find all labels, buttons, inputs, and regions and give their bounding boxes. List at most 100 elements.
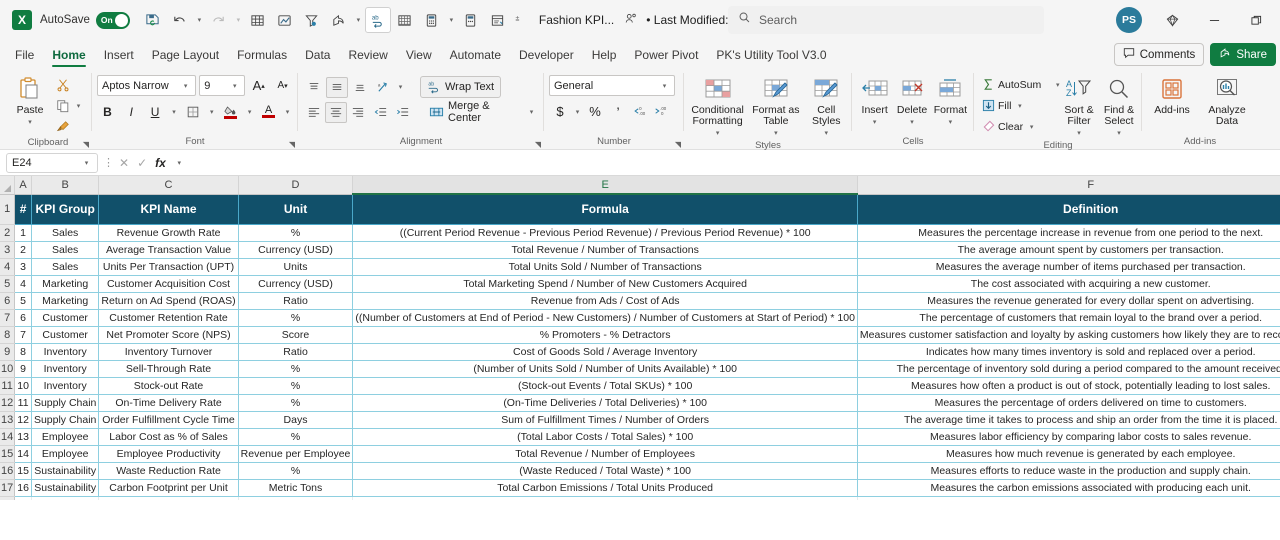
format-painter-button[interactable] xyxy=(53,117,87,136)
cell-number[interactable]: 4 xyxy=(14,275,32,293)
number-format-select[interactable]: General ▾ xyxy=(549,75,675,96)
calculator-dropdown-icon[interactable]: ▾ xyxy=(446,16,457,24)
cell-definition[interactable]: The percentage of inventory sold during … xyxy=(857,360,1280,378)
cell-kpi-group[interactable]: Inventory xyxy=(31,343,100,361)
fill-dropdown-icon[interactable]: ▾ xyxy=(1014,102,1025,110)
cell-kpi-group[interactable]: Sustainability xyxy=(31,462,100,480)
column-header-f[interactable]: F xyxy=(857,176,1280,195)
merge-center-dropdown-icon[interactable]: ▾ xyxy=(526,108,537,116)
bold-button[interactable]: B xyxy=(97,101,118,122)
column-header-e[interactable]: E xyxy=(352,176,858,195)
cell-formula[interactable]: (Total Labor Costs / Total Sales) * 100 xyxy=(352,428,858,446)
empty-cell[interactable] xyxy=(98,496,239,500)
table-icon[interactable] xyxy=(245,7,271,33)
empty-cell[interactable] xyxy=(857,496,1280,500)
decrease-indent-button[interactable] xyxy=(370,102,391,123)
name-box[interactable]: E24 ▾ xyxy=(6,152,98,173)
filter-icon[interactable] xyxy=(299,7,325,33)
cell-definition[interactable]: Measures the percentage increase in reve… xyxy=(857,224,1280,242)
align-bottom-button[interactable] xyxy=(349,77,371,98)
cell-unit[interactable]: Ratio xyxy=(238,292,354,310)
search-input[interactable]: Search xyxy=(728,6,1044,34)
row-header-7[interactable]: 7 xyxy=(0,309,16,327)
copy-button[interactable]: ▾ xyxy=(53,96,87,115)
cell-formula[interactable]: Total Revenue / Number of Transactions xyxy=(352,241,858,259)
cell-definition[interactable]: Measures customer satisfaction and loyal… xyxy=(857,326,1280,344)
italic-button[interactable]: I xyxy=(121,101,142,122)
borders-button[interactable] xyxy=(182,101,203,122)
cell-unit[interactable]: Units xyxy=(238,258,354,276)
tab-file[interactable]: File xyxy=(6,43,43,68)
customize-qat-icon[interactable]: ⩲ xyxy=(512,16,523,24)
cell-definition[interactable]: Measures the percentage of orders delive… xyxy=(857,394,1280,412)
currency-dropdown-icon[interactable]: ▾ xyxy=(572,108,583,116)
spreadsheet-grid[interactable]: A B C D E F 1 # KPI Group KPI Name Unit … xyxy=(0,176,1280,500)
cell-unit[interactable]: % xyxy=(238,377,354,395)
cell-kpi-group[interactable]: Customer xyxy=(31,326,100,344)
font-size-input[interactable]: 9 ▾ xyxy=(199,75,246,96)
format-as-table-dropdown-icon[interactable]: ▾ xyxy=(770,128,781,139)
undo-icon[interactable] xyxy=(167,7,193,33)
cell-formula[interactable]: (On-Time Deliveries / Total Deliveries) … xyxy=(352,394,858,412)
cell-formula[interactable]: Total Marketing Spend / Number of New Cu… xyxy=(352,275,858,293)
header-cell-definition[interactable]: Definition xyxy=(857,193,1280,225)
row-header-16[interactable]: 16 xyxy=(0,462,16,480)
cell-definition[interactable]: Measures the average number of items pur… xyxy=(857,258,1280,276)
cell-kpi-group[interactable]: Supply Chain xyxy=(31,411,100,429)
cell-kpi-name[interactable]: Customer Acquisition Cost xyxy=(98,275,239,293)
column-header-a[interactable]: A xyxy=(14,176,32,195)
fill-color-button[interactable] xyxy=(220,101,241,122)
confirm-edit-icon[interactable]: ✓ xyxy=(137,156,147,170)
conditional-formatting-dropdown-icon[interactable]: ▾ xyxy=(712,128,723,139)
header-cell-kpi-name[interactable]: KPI Name xyxy=(98,193,239,225)
orientation-dropdown-icon[interactable]: ▾ xyxy=(395,83,406,91)
cell-definition[interactable]: The percentage of customers that remain … xyxy=(857,309,1280,327)
share-dropdown-icon[interactable]: ▾ xyxy=(353,16,364,24)
save-icon[interactable] xyxy=(140,7,166,33)
paste-dropdown-icon[interactable]: ▾ xyxy=(25,117,36,128)
tab-help[interactable]: Help xyxy=(583,43,626,68)
share-button[interactable]: Share xyxy=(1210,43,1276,66)
decrease-decimal-button[interactable]: 0.00 xyxy=(630,101,650,122)
row-header-17[interactable]: 17 xyxy=(0,479,16,497)
cell-definition[interactable]: Measures how much revenue is generated b… xyxy=(857,445,1280,463)
cell-definition[interactable]: Measures efforts to reduce waste in the … xyxy=(857,462,1280,480)
tab-page-layout[interactable]: Page Layout xyxy=(143,43,228,68)
tab-home[interactable]: Home xyxy=(43,43,94,68)
clear-button[interactable]: Clear ▾ xyxy=(979,117,1057,136)
fill-color-dropdown-icon[interactable]: ▾ xyxy=(244,108,255,116)
cell-kpi-name[interactable]: Inventory Turnover xyxy=(98,343,239,361)
header-cell-unit[interactable]: Unit xyxy=(238,193,354,225)
cell-unit[interactable]: % xyxy=(238,309,354,327)
form-icon[interactable] xyxy=(485,7,511,33)
undo-dropdown-icon[interactable]: ▾ xyxy=(194,16,205,24)
cell-unit[interactable]: % xyxy=(238,360,354,378)
name-box-chevron-icon[interactable]: ▾ xyxy=(81,159,92,167)
row-header-13[interactable]: 13 xyxy=(0,411,16,429)
cell-formula[interactable]: (Stock-out Events / Total SKUs) * 100 xyxy=(352,377,858,395)
header-cell-number[interactable]: # xyxy=(14,193,32,225)
borders-dropdown-icon[interactable]: ▾ xyxy=(206,108,217,116)
row-header-14[interactable]: 14 xyxy=(0,428,16,446)
paste-button[interactable]: Paste ▾ xyxy=(9,71,51,128)
cell-formula[interactable]: Total Revenue / Number of Employees xyxy=(352,445,858,463)
copy-dropdown-icon[interactable]: ▾ xyxy=(73,102,84,110)
number-format-chevron-icon[interactable]: ▾ xyxy=(659,82,670,90)
cell-kpi-group[interactable]: Inventory xyxy=(31,360,100,378)
align-center-button[interactable] xyxy=(325,101,347,123)
cell-number[interactable]: 14 xyxy=(14,445,32,463)
cell-definition[interactable]: The average amount spent by customers pe… xyxy=(857,241,1280,259)
cell-definition[interactable]: The average time it takes to process and… xyxy=(857,411,1280,429)
cell-number[interactable]: 7 xyxy=(14,326,32,344)
chart-icon[interactable] xyxy=(272,7,298,33)
calculator2-icon[interactable] xyxy=(458,7,484,33)
cell-kpi-name[interactable]: Revenue Growth Rate xyxy=(98,224,239,242)
insert-cells-button[interactable]: Insert ▾ xyxy=(857,71,892,128)
cell-number[interactable]: 3 xyxy=(14,258,32,276)
row-header-4[interactable]: 4 xyxy=(0,258,16,276)
number-dialog-launcher[interactable]: ◥ xyxy=(675,140,681,149)
cell-number[interactable]: 15 xyxy=(14,462,32,480)
column-header-d[interactable]: D xyxy=(238,176,354,195)
cell-styles-button[interactable]: Cell Styles ▾ xyxy=(806,71,847,139)
header-cell-kpi-group[interactable]: KPI Group xyxy=(31,193,100,225)
